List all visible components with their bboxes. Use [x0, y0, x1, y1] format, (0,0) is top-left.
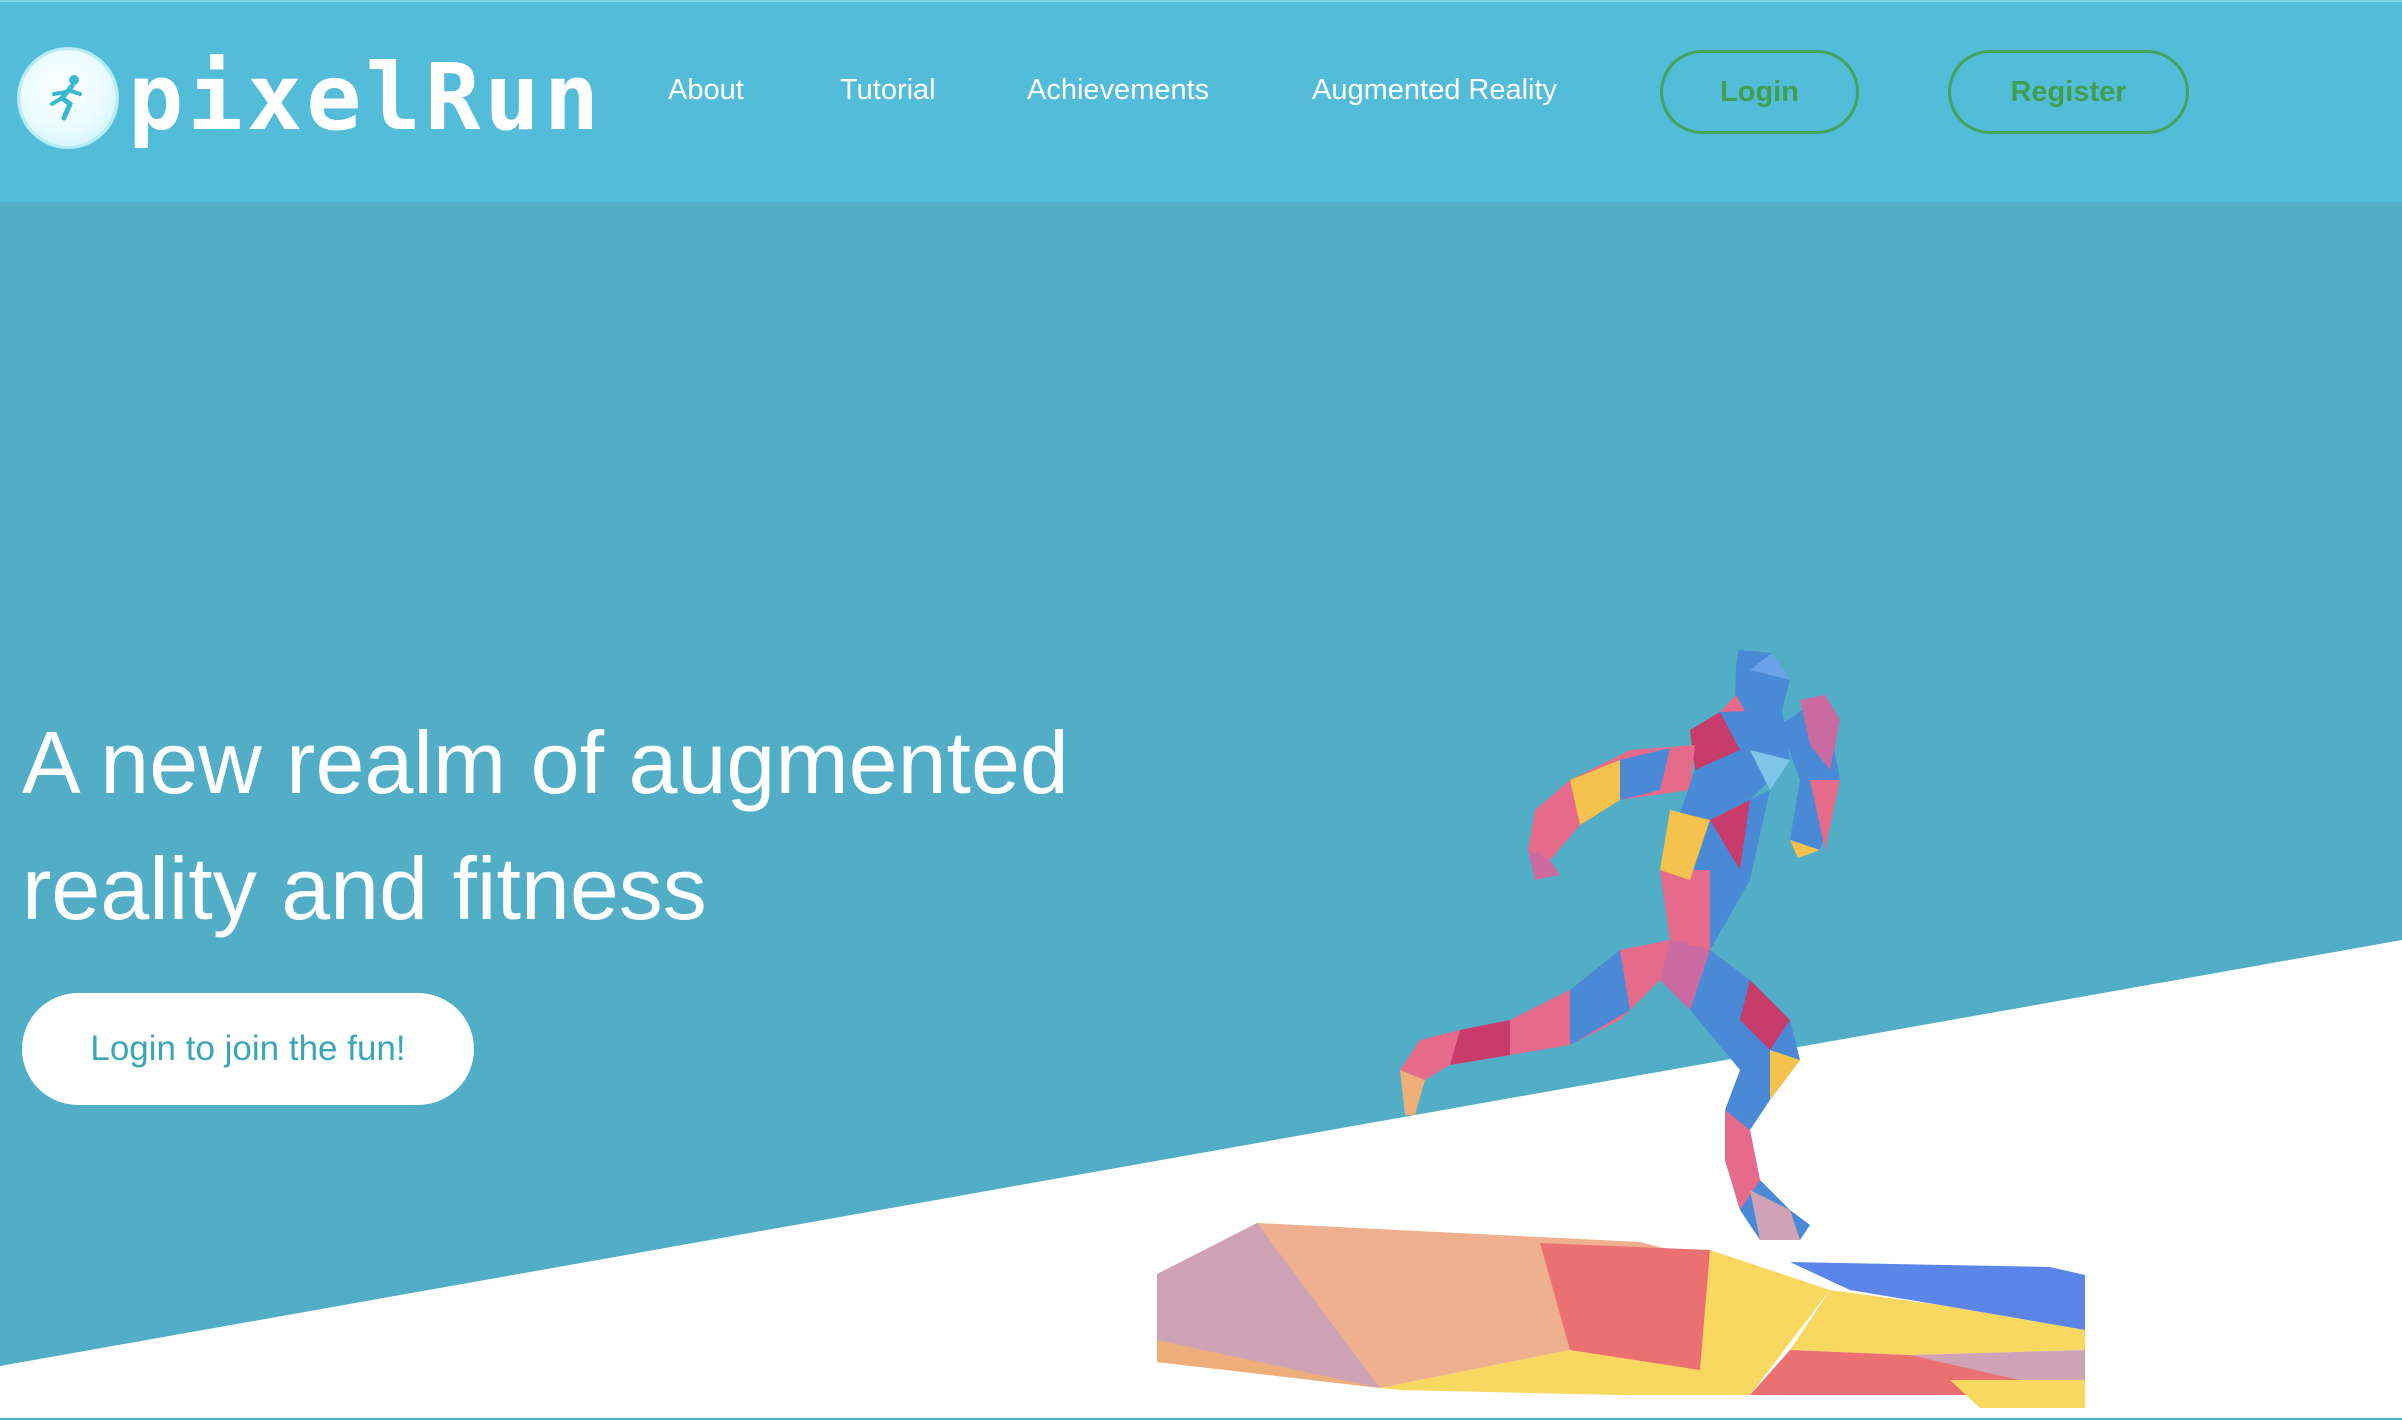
- nav-link-augmented-reality[interactable]: Augmented Reality: [1312, 68, 1557, 112]
- register-button[interactable]: Register: [1948, 50, 2189, 134]
- geometric-runner-illustration: [1157, 650, 2085, 1408]
- nav-link-tutorial[interactable]: Tutorial: [840, 68, 936, 112]
- login-to-join-button[interactable]: Login to join the fun!: [22, 993, 474, 1105]
- brand-logo[interactable]: pixelRun: [20, 48, 603, 148]
- runner-figure: [1400, 650, 1840, 1240]
- nav-link-achievements[interactable]: Achievements: [1027, 68, 1209, 112]
- geometric-ground-platform: [1157, 1223, 2085, 1408]
- hero-title: A new realm of augmented reality and fit…: [22, 713, 1069, 938]
- brand-name: pixelRun: [128, 44, 604, 151]
- top-navbar: pixelRun About Tutorial Achievements Aug…: [0, 0, 2402, 202]
- runner-logo-icon: [20, 50, 116, 146]
- nav-link-about[interactable]: About: [668, 68, 744, 112]
- login-button[interactable]: Login: [1660, 50, 1859, 134]
